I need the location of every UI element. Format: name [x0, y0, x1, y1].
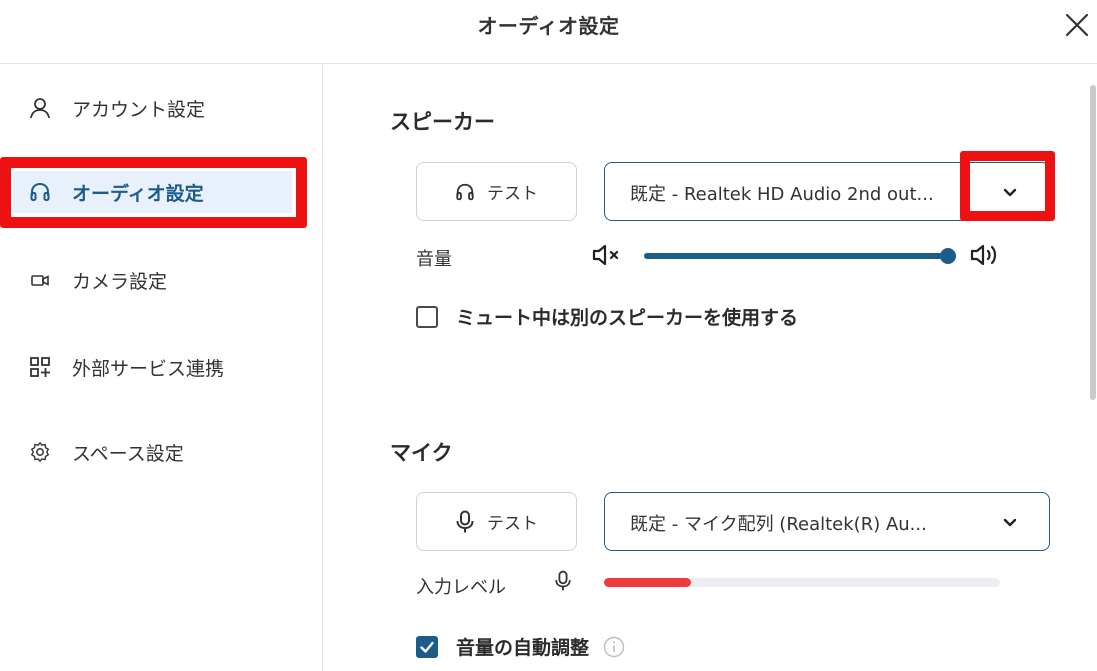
sidebar-item-audio[interactable]: オーディオ設定 [0, 166, 323, 218]
sidebar-item-label: アカウント設定 [72, 98, 206, 121]
volume-slider-track[interactable] [644, 253, 948, 259]
input-level-fill [604, 578, 692, 587]
info-icon[interactable] [603, 636, 625, 658]
auto-adjust-checkbox[interactable] [416, 635, 438, 658]
volume-slider-thumb[interactable] [940, 248, 956, 264]
camera-icon [28, 268, 52, 292]
headphones-icon [28, 180, 52, 204]
chevron-down-icon[interactable] [1001, 183, 1019, 201]
mute-alt-speaker-checkbox[interactable] [416, 305, 438, 328]
settings-sidebar: アカウント設定 オーディオ設定 カメラ設定 外部サービス連携 スペース設定 [0, 65, 323, 671]
mic-device-value: 既定 - マイク配列 (Realtek(R) Au... [630, 514, 927, 535]
mute-alt-speaker-label: ミュート中は別のスピーカーを使用する [456, 307, 799, 329]
sidebar-item-label: カメラ設定 [72, 270, 168, 293]
input-level-label: 入力レベル [416, 577, 506, 598]
auto-adjust-option[interactable]: 音量の自動調整 [416, 633, 625, 660]
headphones-icon [456, 183, 474, 200]
dialog-title: オーディオ設定 [477, 14, 620, 38]
microphone-icon [555, 570, 571, 591]
input-level-meter [604, 578, 1000, 587]
sidebar-item-camera[interactable]: カメラ設定 [0, 254, 323, 306]
speaker-device-select[interactable]: 既定 - Realtek HD Audio 2nd out... [604, 162, 1050, 221]
mic-test-button[interactable]: テスト [416, 492, 577, 551]
close-button[interactable] [1060, 8, 1094, 42]
volume-label: 音量 [416, 249, 452, 270]
mic-device-select[interactable]: 既定 - マイク配列 (Realtek(R) Au... [604, 492, 1050, 551]
apps-plus-icon [28, 355, 52, 379]
sidebar-item-account[interactable]: アカウント設定 [0, 82, 323, 134]
sidebar-item-integrations[interactable]: 外部サービス連携 [0, 341, 323, 393]
sidebar-item-label: オーディオ設定 [72, 182, 204, 205]
speaker-device-value: 既定 - Realtek HD Audio 2nd out... [630, 184, 934, 205]
sidebar-item-space[interactable]: スペース設定 [0, 426, 323, 478]
sidebar-item-label: スペース設定 [72, 442, 184, 465]
audio-settings-panel: スピーカー テスト 既定 - Realtek HD Audio 2nd out.… [324, 65, 1097, 671]
dialog-header: オーディオ設定 [0, 0, 1097, 64]
gear-icon [28, 440, 52, 464]
auto-adjust-label: 音量の自動調整 [456, 637, 590, 659]
mute-alt-speaker-option[interactable]: ミュート中は別のスピーカーを使用する [416, 303, 798, 330]
mic-section-title: マイク [390, 441, 453, 465]
speaker-test-button[interactable]: テスト [416, 162, 577, 221]
sidebar-item-label: 外部サービス連携 [72, 357, 225, 380]
microphone-icon [456, 510, 474, 532]
mic-test-label: テスト [487, 514, 538, 534]
scrollbar-thumb[interactable] [1090, 85, 1096, 400]
speaker-test-label: テスト [487, 184, 538, 204]
close-icon[interactable] [1065, 13, 1089, 37]
chevron-down-icon[interactable] [1001, 513, 1019, 531]
person-icon [28, 96, 52, 120]
checkmark-icon [420, 641, 434, 653]
speaker-section-title: スピーカー [390, 110, 495, 134]
volume-mute-icon[interactable] [592, 243, 626, 267]
volume-up-icon[interactable] [970, 241, 1006, 269]
